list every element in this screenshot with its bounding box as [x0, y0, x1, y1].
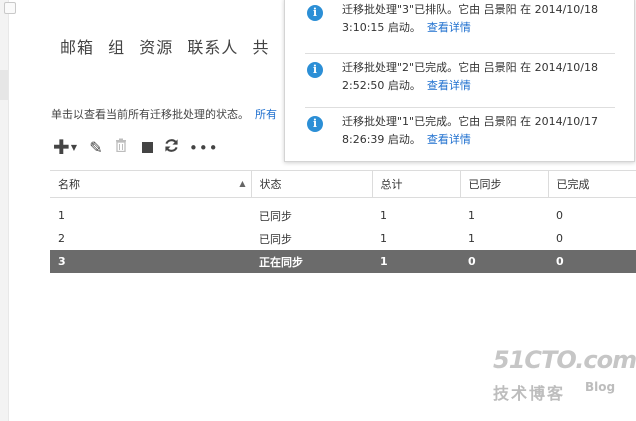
view-details-link[interactable]: 查看详情 — [427, 79, 471, 92]
cell-name: 2 — [58, 232, 65, 245]
stop-icon[interactable] — [140, 138, 154, 158]
cell-name: 1 — [58, 209, 65, 222]
view-details-link[interactable]: 查看详情 — [427, 21, 471, 34]
migration-batch-table: 名称 ▲ 状态 总计 已同步 已完成 1 已同步 1 1 0 2 已同步 1 1 … — [50, 170, 636, 273]
window-icon — [4, 2, 16, 14]
category-tabs: 邮箱 组 资源 联系人 共 — [60, 34, 278, 58]
left-rail-divider — [8, 0, 9, 421]
cell-synced: 1 — [468, 232, 475, 245]
cell-completed: 0 — [548, 250, 636, 273]
cell-completed: 0 — [556, 209, 563, 222]
view-all-link[interactable]: 所有 — [255, 108, 277, 121]
info-icon: i — [307, 5, 323, 21]
chevron-down-icon[interactable]: ▼ — [69, 138, 79, 158]
watermark-blog: Blog — [585, 380, 616, 394]
watermark-subtitle: 技术博客 — [493, 384, 566, 403]
column-header-synced[interactable]: 已同步 — [460, 170, 549, 198]
sort-ascending-icon: ▲ — [239, 179, 246, 188]
cell-total: 1 — [380, 209, 387, 222]
trash-icon[interactable] — [112, 138, 130, 158]
cell-name: 3 — [50, 250, 251, 273]
table-header-row: 名称 ▲ 状态 总计 已同步 已完成 — [50, 170, 636, 198]
description-line: 单击以查看当前所有迁移批处理的状态。 所有 — [51, 106, 277, 122]
refresh-icon[interactable] — [162, 138, 180, 158]
cell-completed: 0 — [556, 232, 563, 245]
table-row[interactable]: 2 已同步 1 1 0 — [50, 227, 636, 250]
cell-status: 已同步 — [259, 232, 292, 246]
tab-shared[interactable]: 共 — [252, 34, 269, 58]
info-icon: i — [307, 62, 323, 78]
description-text: 单击以查看当前所有迁移批处理的状态。 — [51, 108, 249, 121]
watermark-logo: 51CTO.com — [493, 346, 636, 374]
notification-flyout: i 迁移批处理"3"已排队。它由 吕景阳 在 2014/10/18 3:10:1… — [284, 0, 635, 162]
table-row[interactable]: 1 已同步 1 1 0 — [50, 198, 636, 228]
column-header-completed[interactable]: 已完成 — [548, 170, 636, 198]
column-header-name[interactable]: 名称 ▲ — [50, 170, 252, 198]
tab-contacts[interactable]: 联系人 — [187, 34, 238, 58]
tab-mailbox[interactable]: 邮箱 — [60, 34, 94, 58]
pencil-icon[interactable]: ✎ — [87, 138, 105, 158]
column-header-total[interactable]: 总计 — [372, 170, 461, 198]
plus-icon[interactable]: ✚ — [53, 137, 70, 158]
ellipsis-icon[interactable]: ••• — [189, 138, 218, 158]
notification-item: i 迁移批处理"1"已完成。它由 吕景阳 在 2014/10/17 8:26:3… — [305, 107, 615, 152]
cell-total: 1 — [380, 232, 387, 245]
info-icon: i — [307, 116, 323, 132]
cell-status: 已同步 — [259, 209, 292, 223]
cell-total: 1 — [372, 250, 460, 273]
tab-groups[interactable]: 组 — [108, 34, 125, 58]
notification-item: i 迁移批处理"2"已完成。它由 吕景阳 在 2014/10/18 2:52:5… — [305, 53, 615, 98]
left-navigation-rail — [0, 0, 9, 421]
cell-status: 正在同步 — [251, 250, 372, 273]
view-details-link[interactable]: 查看详情 — [427, 133, 471, 146]
watermark: 51CTO.com 技术博客 Blog — [493, 346, 636, 406]
tab-resources[interactable]: 资源 — [139, 34, 173, 58]
notification-item: i 迁移批处理"3"已排队。它由 吕景阳 在 2014/10/18 3:10:1… — [305, 0, 615, 43]
column-header-status[interactable]: 状态 — [251, 170, 373, 198]
cell-synced: 1 — [468, 209, 475, 222]
cell-synced: 0 — [460, 250, 548, 273]
table-row-selected[interactable]: 3 正在同步 1 0 0 — [50, 250, 636, 273]
